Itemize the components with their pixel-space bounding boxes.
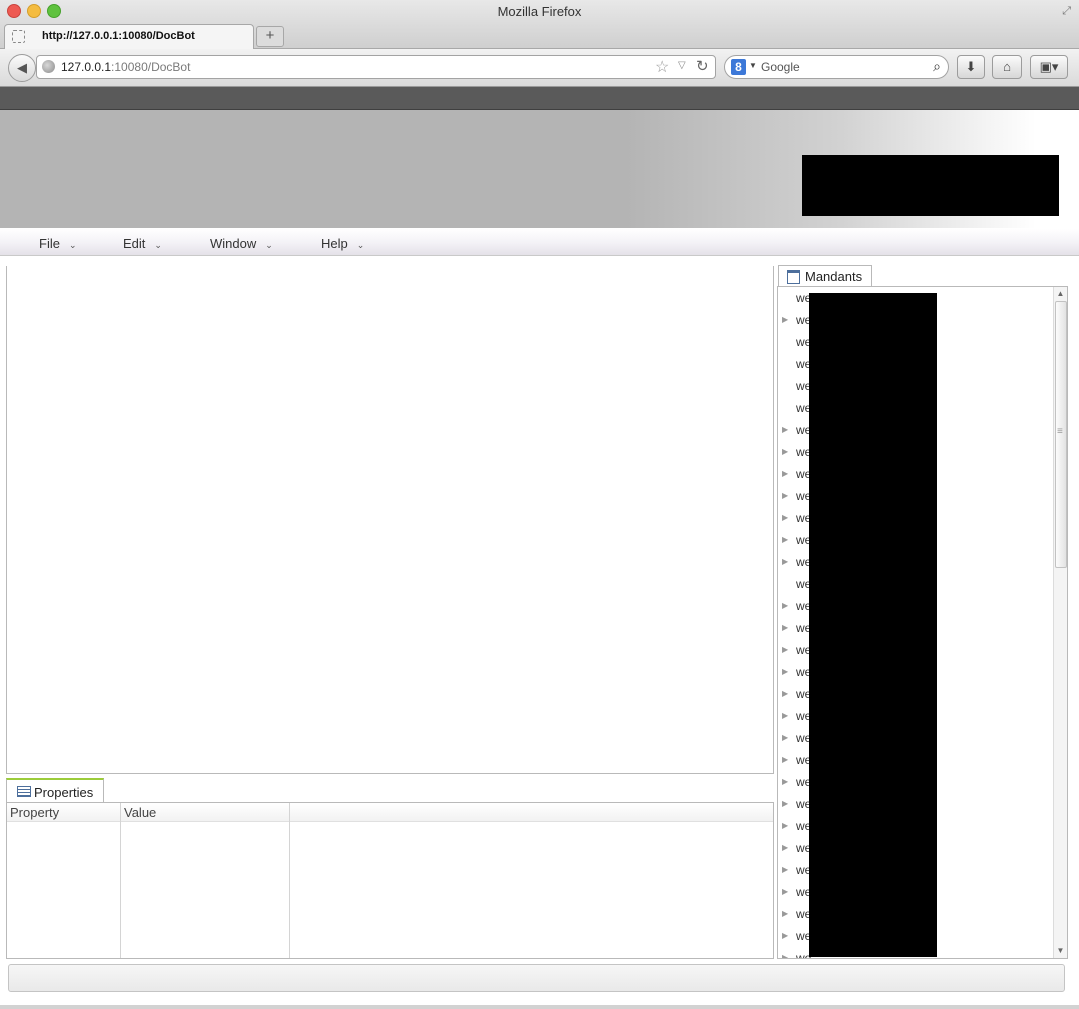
history-dropdown-icon[interactable]: ▽ xyxy=(678,60,686,71)
expand-arrow-icon[interactable]: ▶ xyxy=(782,689,788,698)
expand-arrow-icon[interactable]: ▶ xyxy=(782,777,788,786)
search-placeholder: Google xyxy=(761,60,800,74)
redacted-logo xyxy=(802,155,1059,216)
expand-arrow-icon[interactable]: ▶ xyxy=(782,667,788,676)
title-bar: Mozilla Firefox ⤢ http://127.0.0.1:10080… xyxy=(0,0,1079,49)
chevron-down-icon: ⌄ xyxy=(356,240,365,250)
app-banner xyxy=(0,110,1079,228)
expand-arrow-icon[interactable]: ▶ xyxy=(782,799,788,808)
menu-window[interactable]: Window ⌄ xyxy=(210,236,273,251)
downloads-button[interactable]: ⬇ xyxy=(957,55,985,79)
puzzle-icon: ▣▾ xyxy=(1039,59,1059,74)
app-top-strip xyxy=(0,87,1079,110)
expand-arrow-icon[interactable]: ▶ xyxy=(782,909,788,918)
menu-file-label: File xyxy=(39,236,60,251)
window-title: Mozilla Firefox xyxy=(497,4,582,19)
column-divider[interactable] xyxy=(289,803,290,958)
new-tab-button[interactable]: + xyxy=(256,26,284,47)
expand-arrow-icon[interactable]: ▶ xyxy=(782,711,788,720)
url-path: :10080/DocBot xyxy=(111,60,191,74)
back-arrow-icon: ◀ xyxy=(17,60,27,75)
expand-arrow-icon[interactable]: ▶ xyxy=(782,931,788,940)
scroll-up-icon[interactable]: ▲ xyxy=(1054,287,1067,301)
window-bottom-edge xyxy=(0,1005,1079,1009)
expand-arrow-icon[interactable]: ▶ xyxy=(782,733,788,742)
expand-arrow-icon[interactable]: ▶ xyxy=(782,315,788,324)
menu-edit[interactable]: Edit ⌄ xyxy=(123,236,162,251)
page-placeholder-icon xyxy=(12,30,25,43)
google-icon[interactable]: 8 xyxy=(731,59,746,75)
properties-header: Property Value xyxy=(7,803,773,822)
url-bar[interactable]: 127.0.0.1:10080/DocBot ☆ ▽ ↻ xyxy=(36,55,716,79)
app-menubar: File ⌄ Edit ⌄ Window ⌄ Help ⌄ xyxy=(0,229,1079,256)
url-text: 127.0.0.1:10080/DocBot xyxy=(61,60,190,74)
fullscreen-icon[interactable]: ⤢ xyxy=(1062,5,1071,18)
grip-icon: ≡ xyxy=(1057,426,1063,437)
back-button[interactable]: ◀ xyxy=(8,54,36,82)
menu-edit-label: Edit xyxy=(123,236,146,251)
reload-icon[interactable]: ↻ xyxy=(696,57,709,75)
chevron-down-icon: ⌄ xyxy=(265,240,273,250)
menu-window-label: Window xyxy=(210,236,257,251)
tab-label: http://127.0.0.1:10080/DocBot xyxy=(42,30,195,42)
chevron-down-icon: ⌄ xyxy=(154,240,162,250)
vertical-scrollbar[interactable]: ▲ ≡ ▼ xyxy=(1053,287,1067,958)
home-button[interactable]: ⌂ xyxy=(992,55,1022,79)
menu-help-label: Help xyxy=(321,236,348,251)
properties-panel: Property Value xyxy=(6,802,774,959)
mandants-tab-label: Mandants xyxy=(805,269,863,284)
properties-tab-label: Properties xyxy=(34,785,94,800)
expand-arrow-icon[interactable]: ▶ xyxy=(782,755,788,764)
status-bar xyxy=(8,964,1065,992)
expand-arrow-icon[interactable]: ▶ xyxy=(782,469,788,478)
properties-table-icon xyxy=(17,786,31,797)
scroll-thumb[interactable]: ≡ xyxy=(1055,301,1067,568)
search-bar[interactable]: 8 ▼ Google ⌕ xyxy=(724,55,949,79)
home-icon: ⌂ xyxy=(1003,59,1011,74)
url-host: 127.0.0.1 xyxy=(61,60,112,74)
expand-arrow-icon[interactable]: ▶ xyxy=(782,843,788,852)
expand-arrow-icon[interactable]: ▶ xyxy=(782,953,788,958)
browser-tab[interactable]: http://127.0.0.1:10080/DocBot xyxy=(4,24,254,49)
expand-arrow-icon[interactable]: ▶ xyxy=(782,447,788,456)
redacted-block xyxy=(809,293,937,957)
search-icon[interactable]: ⌕ xyxy=(933,58,941,75)
expand-arrow-icon[interactable]: ▶ xyxy=(782,425,788,434)
expand-arrow-icon[interactable]: ▶ xyxy=(782,601,788,610)
download-arrow-icon: ⬇ xyxy=(965,59,977,74)
addons-button[interactable]: ▣▾ xyxy=(1030,55,1068,79)
expand-arrow-icon[interactable]: ▶ xyxy=(782,557,788,566)
expand-arrow-icon[interactable]: ▶ xyxy=(782,865,788,874)
tab-mandants[interactable]: Mandants xyxy=(778,265,872,287)
menu-file[interactable]: File ⌄ xyxy=(39,236,77,251)
menu-help[interactable]: Help ⌄ xyxy=(321,236,364,251)
expand-arrow-icon[interactable]: ▶ xyxy=(782,513,788,522)
expand-arrow-icon[interactable]: ▶ xyxy=(782,623,788,632)
column-header-property[interactable]: Property xyxy=(10,805,59,820)
expand-arrow-icon[interactable]: ▶ xyxy=(782,887,788,896)
bookmark-star-icon[interactable]: ☆ xyxy=(655,57,669,77)
column-header-value[interactable]: Value xyxy=(124,805,156,820)
window-icon xyxy=(787,270,800,284)
expand-arrow-icon[interactable]: ▶ xyxy=(782,645,788,654)
navigation-toolbar: ◀ 127.0.0.1:10080/DocBot ☆ ▽ ↻ 8 ▼ Googl… xyxy=(0,49,1079,87)
mandants-panel: we ▶ we we we we we ▶ we ▶ we ▶ we ▶ we ▶ we ▶ we ▶ we we ▶ we ▶… xyxy=(777,286,1068,959)
expand-arrow-icon[interactable]: ▶ xyxy=(782,535,788,544)
tab-properties[interactable]: Properties xyxy=(6,778,104,803)
column-divider[interactable] xyxy=(120,803,121,958)
globe-icon xyxy=(42,60,55,73)
browser-window: Mozilla Firefox ⤢ http://127.0.0.1:10080… xyxy=(0,0,1079,1009)
expand-arrow-icon[interactable]: ▶ xyxy=(782,491,788,500)
scroll-down-icon[interactable]: ▼ xyxy=(1054,944,1067,958)
editor-area[interactable] xyxy=(6,266,774,774)
engine-dropdown-icon[interactable]: ▼ xyxy=(749,61,757,70)
expand-arrow-icon[interactable]: ▶ xyxy=(782,821,788,830)
chevron-down-icon: ⌄ xyxy=(68,240,77,250)
